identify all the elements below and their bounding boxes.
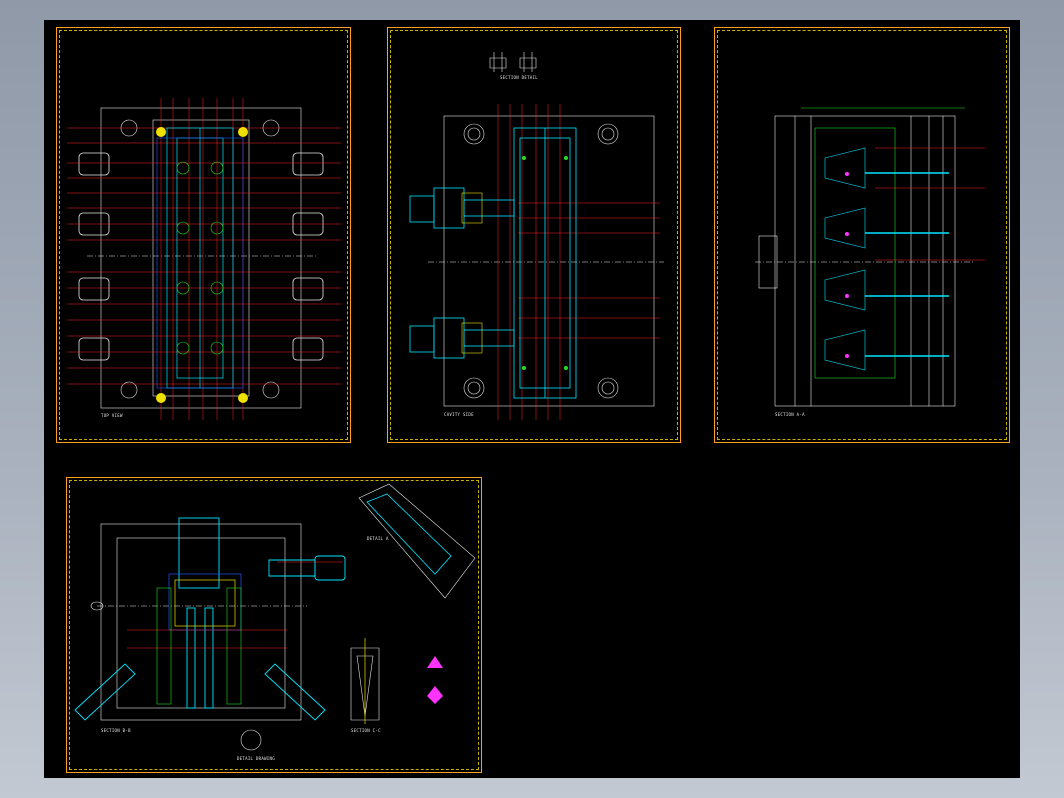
sheet-cavity-side[interactable]: SECTION DETAIL CAVITY SIDE (387, 27, 681, 443)
section-view-drawing (755, 107, 985, 407)
sheet-section-view[interactable]: SECTION A-A (714, 27, 1010, 443)
sheet-caption: TOP VIEW (101, 413, 123, 418)
detail-a-label: DETAIL A (367, 536, 389, 541)
cavity-side-drawing (409, 52, 664, 420)
sheet-caption: SECTION A-A (775, 412, 805, 417)
detail-bottom-label: DETAIL DRAWING (237, 756, 275, 761)
sheet-section-b[interactable]: SECTION B-B DETAIL A SECTION C-C DETAIL … (66, 477, 482, 773)
sheet-header: SECTION DETAIL (500, 75, 538, 80)
sheet-caption: CAVITY SIDE (444, 412, 474, 417)
drawing-canvas[interactable]: TOP VIEW SECTION DETAIL CAVITY SIDE SECT… (44, 20, 1020, 778)
sheet-caption: SECTION B-B (101, 728, 131, 733)
top-view-drawing (67, 98, 341, 420)
detail-c-label: SECTION C-C (351, 728, 381, 733)
sheet-top-view[interactable]: TOP VIEW (56, 27, 351, 443)
